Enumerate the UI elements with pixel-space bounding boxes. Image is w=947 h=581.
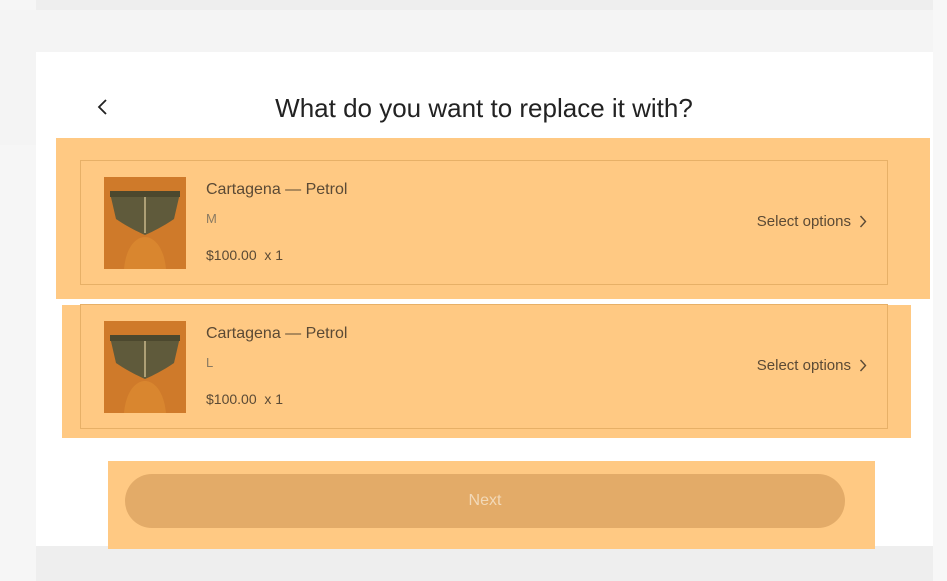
select-options-link[interactable]: Select options (757, 213, 867, 230)
product-price: $100.00 x 1 (206, 391, 283, 407)
background-right (933, 0, 947, 581)
chevron-left-icon (97, 99, 107, 115)
product-option-2[interactable]: Cartagena — Petrol L $100.00 x 1 Select … (80, 304, 888, 429)
product-name: Cartagena — Petrol (206, 325, 348, 342)
product-size: M (206, 211, 217, 226)
next-button[interactable]: Next (125, 474, 845, 528)
product-size: L (206, 355, 214, 370)
price-value: $100.00 (206, 391, 257, 407)
chevron-right-icon (859, 359, 867, 372)
product-thumbnail-icon (104, 177, 186, 269)
select-options-link[interactable]: Select options (757, 357, 867, 374)
product-option-1[interactable]: Cartagena — Petrol M $100.00 x 1 Select … (80, 160, 888, 285)
price-value: $100.00 (206, 247, 257, 263)
quantity: x 1 (264, 391, 284, 407)
product-thumbnail-icon (104, 321, 186, 413)
select-options-label: Select options (756, 213, 851, 230)
chevron-right-icon (859, 215, 867, 228)
product-image (104, 321, 186, 413)
select-options-label: Select options (756, 357, 851, 374)
product-image (104, 177, 186, 269)
product-price: $100.00 x 1 (206, 247, 283, 263)
page-title: What do you want to replace it with? (275, 93, 693, 123)
back-button[interactable] (90, 92, 116, 122)
product-name: Cartagena — Petrol (206, 181, 348, 198)
quantity: x 1 (264, 247, 284, 263)
